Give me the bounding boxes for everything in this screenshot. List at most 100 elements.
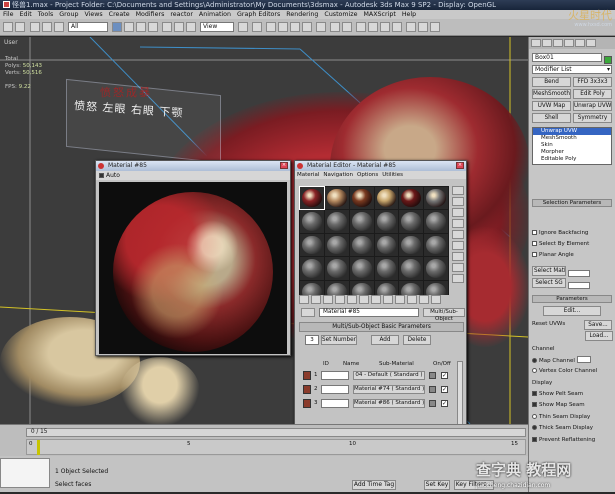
- sample-slot[interactable]: [424, 233, 448, 257]
- material-editor-titlebar[interactable]: Material Editor - Material #85 ×: [295, 161, 466, 171]
- meshsmooth-button[interactable]: MeshSmooth: [532, 89, 571, 99]
- edit-button[interactable]: Edit...: [543, 306, 601, 316]
- menu-reactor[interactable]: reactor: [167, 11, 196, 18]
- shell-button[interactable]: Shell: [532, 113, 571, 123]
- select-matid-row[interactable]: Select MatID: [532, 266, 612, 277]
- planar-angle-row[interactable]: Planar Angle: [532, 251, 612, 260]
- select-scale-icon[interactable]: [186, 22, 196, 32]
- map-channel-radio[interactable]: [532, 358, 537, 363]
- background-icon[interactable]: [452, 208, 464, 217]
- menu-utilities[interactable]: Utilities: [382, 172, 403, 178]
- sub-material-name-field[interactable]: [321, 371, 349, 380]
- select-sg-row[interactable]: Select SG: [532, 278, 612, 289]
- select-by-name-icon[interactable]: [124, 22, 134, 32]
- show-map-seam-checkbox[interactable]: [532, 402, 537, 407]
- delete-button[interactable]: Delete: [403, 335, 431, 345]
- snap-toggle-icon[interactable]: [266, 22, 276, 32]
- vertex-color-channel-row[interactable]: Vertex Color Channel: [532, 367, 612, 376]
- ffd-button[interactable]: FFD 3x3x3: [573, 77, 612, 87]
- material-type-button[interactable]: Multi/Sub-Object: [423, 308, 465, 322]
- sub-material-color-swatch[interactable]: [429, 372, 436, 379]
- utilities-tab-icon[interactable]: [586, 39, 596, 47]
- reference-coordinate-dropdown[interactable]: View: [200, 22, 234, 32]
- map-channel-spinner[interactable]: [576, 356, 591, 363]
- sub-material-on-checkbox[interactable]: ✓: [441, 386, 448, 393]
- make-preview-icon[interactable]: [452, 241, 464, 250]
- sub-material-color-swatch[interactable]: [429, 400, 436, 407]
- pivot-center-icon[interactable]: [238, 22, 248, 32]
- thick-seam-row[interactable]: Thick Seam Display: [532, 424, 612, 433]
- menu-material[interactable]: Material: [297, 172, 319, 178]
- window-crossing-icon[interactable]: [148, 22, 158, 32]
- thin-seam-radio[interactable]: [532, 414, 537, 419]
- sub-material-id[interactable]: 2: [314, 386, 318, 392]
- sample-slot[interactable]: [374, 257, 399, 280]
- make-unique-icon[interactable]: [359, 295, 369, 304]
- track-bar[interactable]: 0 5 10 15: [26, 439, 526, 455]
- motion-tab-icon[interactable]: [564, 39, 574, 47]
- edit-poly-button[interactable]: Edit Poly: [573, 89, 612, 99]
- sample-slot[interactable]: [399, 233, 424, 257]
- video-color-check-icon[interactable]: [452, 230, 464, 239]
- object-color-swatch[interactable]: [604, 56, 612, 64]
- reset-uvws-label[interactable]: Reset UVWs: [532, 321, 565, 327]
- named-selection-icon[interactable]: [316, 22, 326, 32]
- menu-help[interactable]: Help: [399, 11, 419, 18]
- sample-slot[interactable]: [324, 233, 349, 257]
- close-icon[interactable]: ×: [280, 162, 288, 169]
- modifier-list-dropdown[interactable]: Modifier List: [532, 65, 612, 74]
- sub-material-on-checkbox[interactable]: ✓: [441, 372, 448, 379]
- align-icon[interactable]: [342, 22, 352, 32]
- time-slider[interactable]: 0 / 15: [26, 428, 526, 437]
- matid-spinner[interactable]: [568, 270, 590, 277]
- multi-sub-rollout-header[interactable]: Multi/Sub-Object Basic Parameters: [299, 322, 464, 332]
- object-name-field[interactable]: Box01: [532, 53, 602, 62]
- set-key-button[interactable]: Set Key: [424, 480, 450, 490]
- sample-slot[interactable]: [374, 187, 399, 210]
- menu-options[interactable]: Options: [357, 172, 378, 178]
- create-tab-icon[interactable]: [531, 39, 541, 47]
- get-material-icon[interactable]: [299, 295, 309, 304]
- backlight-icon[interactable]: [452, 197, 464, 206]
- options-icon[interactable]: [452, 252, 464, 261]
- menu-edit[interactable]: Edit: [17, 11, 35, 18]
- select-matid-button[interactable]: Select MatID: [532, 266, 566, 276]
- select-by-element-row[interactable]: Select By Element: [532, 240, 612, 249]
- select-move-icon[interactable]: [162, 22, 172, 32]
- sub-material-button[interactable]: 04 - Default ( Standard ): [353, 371, 425, 380]
- add-time-tag-button[interactable]: Add Time Tag: [352, 480, 396, 490]
- sub-material-color-swatch[interactable]: [429, 386, 436, 393]
- unlink-icon[interactable]: [42, 22, 52, 32]
- layer-manager-icon[interactable]: [356, 22, 366, 32]
- rectangular-selection-icon[interactable]: [136, 22, 146, 32]
- sample-slot[interactable]: [349, 257, 374, 280]
- put-to-library-icon[interactable]: [371, 295, 381, 304]
- menu-views[interactable]: Views: [81, 11, 105, 18]
- material-editor-window[interactable]: Material Editor - Material #85 × Material…: [294, 160, 467, 467]
- menu-animation[interactable]: Animation: [196, 11, 234, 18]
- symmetry-button[interactable]: Symmetry: [573, 113, 612, 123]
- col-sub-material[interactable]: Sub-Material: [379, 361, 414, 367]
- show-map-in-viewport-icon[interactable]: [395, 295, 405, 304]
- ignore-backfacing-checkbox[interactable]: [532, 230, 537, 235]
- sample-slot[interactable]: [424, 187, 448, 210]
- add-button[interactable]: Add: [371, 335, 399, 345]
- sub-material-name-field[interactable]: [321, 385, 349, 394]
- menu-group[interactable]: Group: [56, 11, 81, 18]
- sample-slot[interactable]: [399, 257, 424, 280]
- material-effects-channel-icon[interactable]: [383, 295, 393, 304]
- percent-snap-icon[interactable]: [290, 22, 300, 32]
- keyframe-marker[interactable]: [37, 440, 40, 455]
- mirror-icon[interactable]: [330, 22, 340, 32]
- select-manipulate-icon[interactable]: [252, 22, 262, 32]
- select-by-element-checkbox[interactable]: [532, 241, 537, 246]
- auto-row[interactable]: Auto: [96, 171, 290, 180]
- planar-angle-checkbox[interactable]: [532, 252, 537, 257]
- map-channel-row[interactable]: Map Channel: [532, 356, 612, 365]
- angle-snap-icon[interactable]: [278, 22, 288, 32]
- maxscript-listener-mini[interactable]: [0, 458, 50, 488]
- menu-create[interactable]: Create: [106, 11, 133, 18]
- auto-checkbox[interactable]: [99, 173, 104, 178]
- sample-slot[interactable]: [349, 233, 374, 257]
- show-end-result-icon[interactable]: [407, 295, 417, 304]
